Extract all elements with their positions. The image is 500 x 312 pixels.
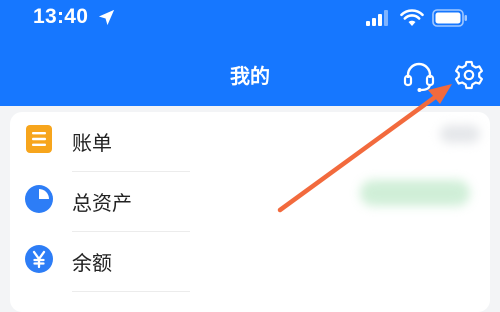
status-time: 13:40	[33, 5, 89, 28]
cellular-signal-icon	[366, 10, 388, 26]
list-item-label: 账单	[72, 131, 112, 155]
list-item-balance[interactable]: 余额	[10, 232, 490, 292]
customer-service-icon[interactable]	[402, 59, 436, 93]
battery-icon	[432, 9, 467, 27]
blurred-value	[440, 125, 480, 143]
blurred-value	[360, 180, 470, 206]
list-item-bill[interactable]: 账单	[10, 112, 490, 172]
wifi-icon	[400, 9, 424, 26]
pie-chart-icon	[25, 185, 53, 213]
gear-icon[interactable]	[452, 58, 486, 92]
list-item-label: 总资产	[72, 191, 132, 215]
menu-card: 账单 总资产 余额	[10, 112, 490, 312]
location-arrow-icon	[98, 9, 115, 26]
divider	[72, 291, 190, 292]
bill-icon	[26, 125, 52, 153]
top-header: 13:40 我的	[0, 0, 500, 106]
yen-icon	[25, 245, 53, 273]
list-item-label: 余额	[72, 251, 112, 275]
